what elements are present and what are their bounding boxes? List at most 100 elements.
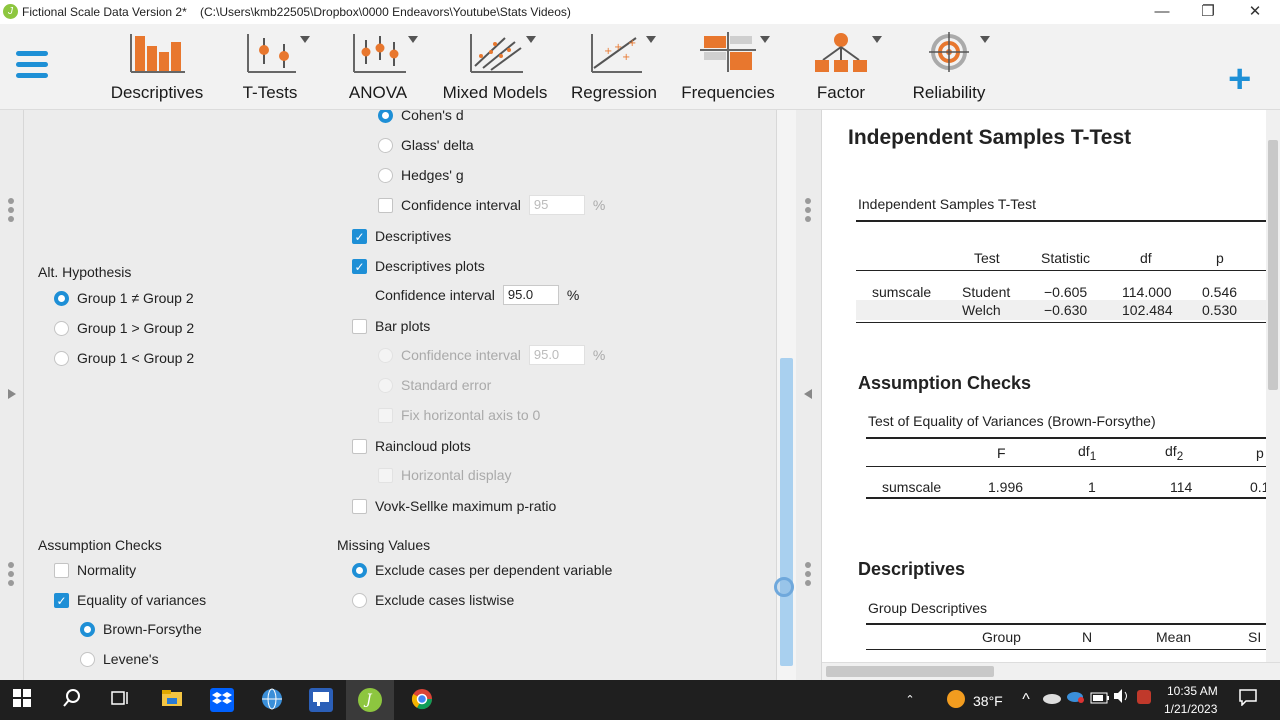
glass-delta-option[interactable]: Glass' delta <box>378 137 474 153</box>
results-scrollbar-thumb[interactable] <box>1268 140 1278 390</box>
app-tray-icon[interactable] <box>1132 688 1156 712</box>
alt-lt-radio[interactable] <box>54 350 69 366</box>
vovk-sellke-option[interactable]: Vovk-Sellke maximum p-ratio <box>352 498 556 514</box>
drag-handle-icon[interactable] <box>8 562 16 589</box>
drag-handle-icon[interactable] <box>8 198 16 225</box>
vovk-sellke-checkbox[interactable] <box>352 498 367 514</box>
effect-size-ci-checkbox[interactable] <box>378 197 393 213</box>
glass-delta-radio[interactable] <box>378 137 393 153</box>
alt-neq-option[interactable]: Group 1 ≠ Group 2 <box>54 290 194 306</box>
clock-time[interactable]: 10:35 AM <box>1167 684 1218 698</box>
browser-globe-icon[interactable] <box>260 688 284 712</box>
collapse-left-icon[interactable] <box>804 389 812 399</box>
fix-axis-option[interactable]: Fix horizontal axis to 0 <box>378 407 540 423</box>
row-1-test: Student <box>962 284 1011 300</box>
bar-plots-ci-input[interactable]: 95.0 <box>528 345 585 365</box>
hedges-g-radio[interactable] <box>378 167 393 183</box>
menu-icon[interactable] <box>16 51 48 81</box>
fix-axis-checkbox[interactable] <box>378 407 393 423</box>
levene-option[interactable]: Levene's <box>80 651 159 667</box>
minimize-button[interactable]: — <box>1142 2 1182 22</box>
bar-plots-ci-percent: % <box>592 347 606 363</box>
tab-factor[interactable]: Factor <box>810 30 872 104</box>
brown-forsythe-option[interactable]: Brown-Forsythe <box>80 621 202 637</box>
horizontal-display-checkbox[interactable] <box>378 467 393 483</box>
mixed-models-dropdown-icon[interactable] <box>526 36 536 43</box>
bar-plots-option[interactable]: Bar plots <box>352 318 430 334</box>
regression-dropdown-icon[interactable] <box>646 36 656 43</box>
exclude-per-variable-option[interactable]: Exclude cases per dependent variable <box>352 562 612 578</box>
jasp-taskbar-icon[interactable]: J <box>358 688 382 712</box>
options-scrollbar-thumb[interactable] <box>780 358 793 666</box>
equality-variances-checkbox[interactable]: ✓ <box>54 592 69 608</box>
cohens-d-option[interactable]: Cohen's d <box>378 110 464 123</box>
raincloud-option[interactable]: Raincloud plots <box>352 438 471 454</box>
horizontal-display-option[interactable]: Horizontal display <box>378 467 512 483</box>
standard-error-option[interactable]: Standard error <box>378 377 491 393</box>
bar-plots-ci-option[interactable]: Confidence interval 95.0 % <box>378 345 605 365</box>
descriptives-plots-ci-input[interactable]: 95.0 <box>502 285 559 305</box>
title-bar: J Fictional Scale Data Version 2* (C:\Us… <box>0 0 1280 24</box>
brown-forsythe-radio[interactable] <box>80 621 95 637</box>
table-top-rule <box>856 220 1266 222</box>
add-module-button[interactable]: + <box>1228 59 1251 99</box>
results-horizontal-scrollbar[interactable] <box>822 662 1280 680</box>
tab-descriptives[interactable]: Descriptives <box>108 30 206 104</box>
raincloud-checkbox[interactable] <box>352 438 367 454</box>
meeting-app-icon[interactable] <box>309 688 333 712</box>
weather-temperature[interactable]: 38°F <box>973 693 1003 709</box>
exclude-per-variable-radio[interactable] <box>352 562 367 578</box>
alt-neq-radio[interactable] <box>54 290 69 306</box>
descriptives-plots-option[interactable]: ✓ Descriptives plots <box>352 258 485 274</box>
t-tests-dropdown-icon[interactable] <box>300 36 310 43</box>
windows-start-icon[interactable] <box>10 688 34 712</box>
drag-handle-icon[interactable] <box>805 562 813 589</box>
standard-error-radio[interactable] <box>378 377 393 393</box>
alt-lt-option[interactable]: Group 1 < Group 2 <box>54 350 194 366</box>
results-scrollbar[interactable] <box>1266 110 1280 662</box>
reliability-dropdown-icon[interactable] <box>980 36 990 43</box>
tab-anova[interactable]: ANOVA <box>344 30 412 104</box>
equality-variances-option[interactable]: ✓ Equality of variances <box>54 592 206 608</box>
chrome-icon[interactable] <box>410 688 434 712</box>
search-icon[interactable] <box>60 688 84 712</box>
bar-plots-checkbox[interactable] <box>352 318 367 334</box>
dropbox-icon[interactable] <box>210 688 234 712</box>
descriptives-option[interactable]: ✓ Descriptives <box>352 228 451 244</box>
restore-button[interactable]: ❐ <box>1188 2 1228 22</box>
close-button[interactable]: ✕ <box>1235 2 1275 22</box>
exclude-listwise-radio[interactable] <box>352 592 367 608</box>
frequencies-dropdown-icon[interactable] <box>760 36 770 43</box>
file-explorer-icon[interactable] <box>160 688 184 712</box>
alt-gt-option[interactable]: Group 1 > Group 2 <box>54 320 194 336</box>
results-horizontal-thumb[interactable] <box>826 666 994 677</box>
descriptives-plots-checkbox[interactable]: ✓ <box>352 258 367 274</box>
volume-icon[interactable] <box>1110 688 1134 712</box>
group-descriptives-title: Group Descriptives <box>868 600 988 616</box>
drag-handle-icon[interactable] <box>805 198 813 225</box>
descriptives-checkbox[interactable]: ✓ <box>352 228 367 244</box>
effect-size-ci-input[interactable]: 95 <box>528 195 585 215</box>
expand-right-icon[interactable] <box>8 389 16 399</box>
anova-dropdown-icon[interactable] <box>408 36 418 43</box>
effect-size-ci-option[interactable]: Confidence interval 95 % <box>378 195 605 215</box>
notifications-icon[interactable] <box>1236 688 1260 712</box>
battery-icon[interactable] <box>1088 688 1112 712</box>
bar-plots-ci-radio[interactable] <box>378 347 393 363</box>
levene-radio[interactable] <box>80 651 95 667</box>
tab-t-tests[interactable]: T-Tests <box>236 30 304 104</box>
normality-option[interactable]: Normality <box>54 562 136 578</box>
normality-checkbox[interactable] <box>54 562 69 578</box>
onedrive-cloud-icon[interactable] <box>1040 688 1064 712</box>
cohens-d-radio[interactable] <box>378 110 393 123</box>
clock-date[interactable]: 1/21/2023 <box>1164 702 1217 716</box>
hedges-g-option[interactable]: Hedges' g <box>378 167 464 183</box>
show-hidden-icons-icon[interactable]: ^ <box>1014 688 1038 712</box>
exclude-listwise-option[interactable]: Exclude cases listwise <box>352 592 514 608</box>
scroll-updown-icon[interactable]: ⌃⌄ <box>898 688 922 720</box>
task-view-icon[interactable] <box>108 688 132 712</box>
security-cloud-icon[interactable] <box>1064 688 1088 712</box>
alt-gt-radio[interactable] <box>54 320 69 336</box>
factor-dropdown-icon[interactable] <box>872 36 882 43</box>
panel-splitter[interactable] <box>796 110 822 680</box>
